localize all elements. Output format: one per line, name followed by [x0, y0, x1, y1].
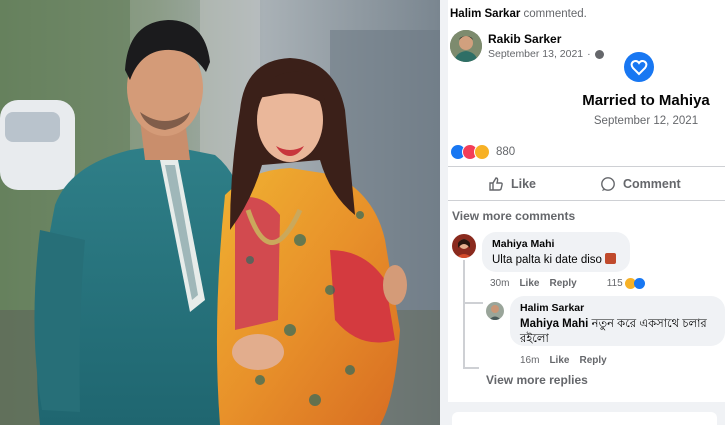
- thread-line: [463, 260, 465, 368]
- reply-like-button[interactable]: Like: [549, 355, 569, 366]
- reply-text: Mahiya Mahi নতুন করে একসাথে চলার রইলো: [520, 317, 715, 347]
- event-title: Married to Mahiya: [582, 92, 710, 109]
- like-button[interactable]: Like: [488, 170, 536, 198]
- comment-button[interactable]: Comment: [600, 170, 681, 198]
- comment-time[interactable]: 30m: [490, 278, 509, 289]
- divider: [448, 166, 725, 167]
- view-more-replies-link[interactable]: View more replies: [486, 373, 588, 387]
- comment-label: Comment: [623, 177, 681, 191]
- comment-body: Ulta palta ki date diso: [492, 254, 602, 266]
- next-post-card: [452, 412, 717, 425]
- thread-line: [463, 302, 483, 304]
- reply-meta: 16m Like Reply: [520, 355, 607, 366]
- emoji-icon: [605, 253, 617, 264]
- like-reaction-icon: [633, 278, 645, 289]
- avatar[interactable]: [486, 302, 504, 320]
- comment-reaction-count[interactable]: 115: [607, 278, 623, 289]
- avatar[interactable]: [452, 234, 476, 258]
- like-label: Like: [511, 177, 537, 191]
- comment-icon: [601, 177, 615, 191]
- avatar[interactable]: [450, 30, 482, 62]
- comment-meta: 30m Like Reply 115: [490, 278, 645, 289]
- comment-bubble: Mahiya Mahi Ulta palta ki date diso: [482, 232, 630, 272]
- comment-like-button[interactable]: Like: [519, 278, 539, 289]
- panel-edge: [440, 0, 448, 425]
- event-date: September 12, 2021: [593, 115, 699, 127]
- divider: [448, 200, 725, 201]
- facebook-comment-panel: Halim Sarkar commented. Rakib Sarker Sep…: [440, 0, 725, 425]
- heart-icon: [624, 52, 654, 82]
- notification-action: commented.: [523, 8, 587, 20]
- mention-link[interactable]: Mahiya Mahi: [520, 318, 588, 330]
- reaction-summary[interactable]: 880: [450, 142, 515, 162]
- reply-author[interactable]: Halim Sarkar: [520, 302, 715, 314]
- comment-author[interactable]: Mahiya Mahi: [492, 238, 620, 250]
- view-more-comments-link[interactable]: View more comments: [452, 209, 575, 223]
- thumbs-up-icon: [489, 177, 503, 191]
- reply-reply-button[interactable]: Reply: [579, 355, 606, 366]
- notification-header: Halim Sarkar commented.: [450, 8, 587, 20]
- reaction-count: 880: [496, 146, 516, 158]
- thread-line: [463, 367, 479, 369]
- reply-bubble: Halim Sarkar Mahiya Mahi নতুন করে একসাথে…: [510, 296, 725, 346]
- haha-reaction-icon: [474, 144, 490, 160]
- comment-reply-button[interactable]: Reply: [549, 278, 576, 289]
- commenter-name[interactable]: Halim Sarkar: [450, 8, 520, 20]
- couple-photo: [0, 0, 440, 425]
- life-event: Married to Mahiya September 12, 2021: [566, 48, 725, 128]
- reply-time[interactable]: 16m: [520, 355, 539, 366]
- post-author[interactable]: Rakib Sarker: [488, 32, 561, 46]
- comment-text: Ulta palta ki date diso: [492, 253, 620, 268]
